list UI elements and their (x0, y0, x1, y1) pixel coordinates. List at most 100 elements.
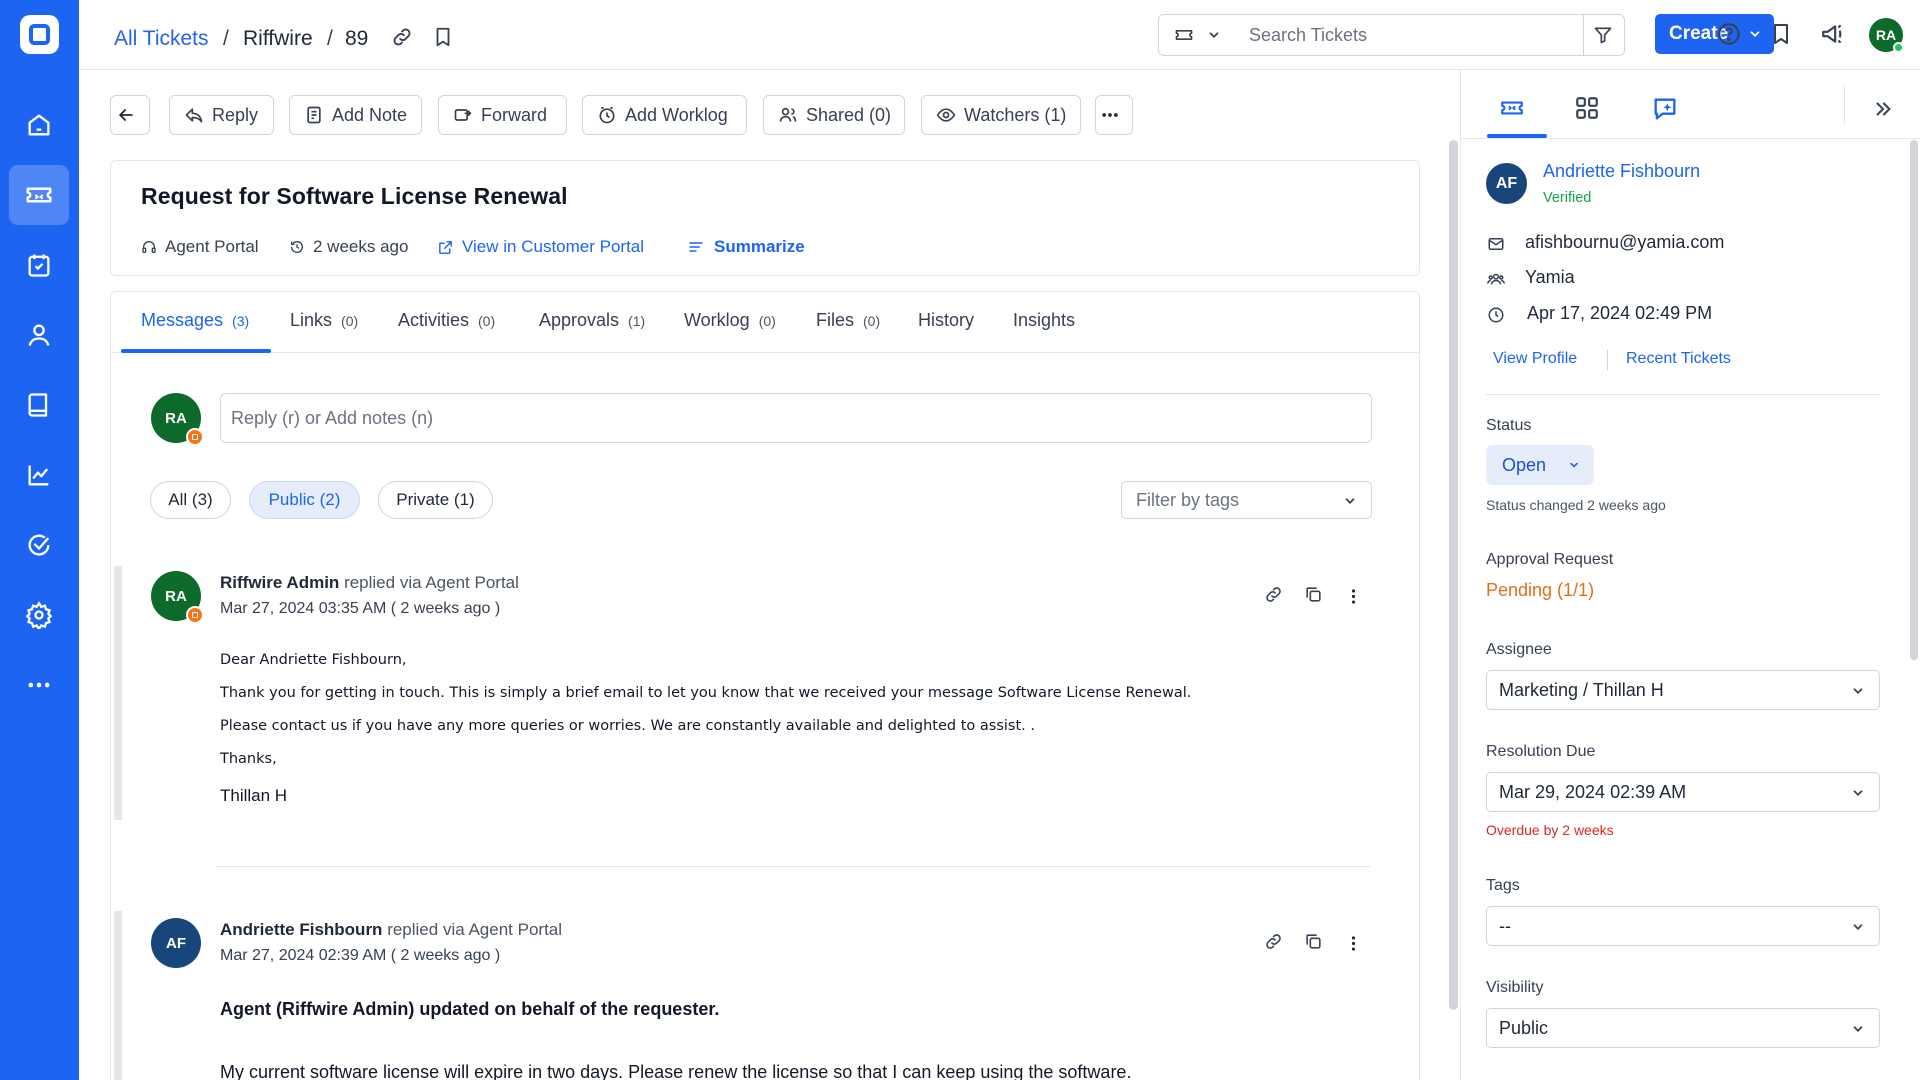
collapse-panel-icon[interactable] (1872, 98, 1894, 120)
visibility-value: Public (1499, 1017, 1549, 1038)
ticket-details-tab-icon[interactable] (1498, 95, 1526, 121)
resolution-due-dropdown[interactable]: Mar 29, 2024 02:39 AM (1486, 772, 1880, 812)
tab-label: Activities (398, 310, 470, 330)
filter-by-tags-dropdown[interactable]: Filter by tags (1121, 481, 1372, 519)
assignee-dropdown[interactable]: Marketing / Thillan H (1486, 670, 1880, 710)
add-note-button[interactable]: Add Note (289, 95, 422, 135)
chevron-down-icon (1851, 684, 1865, 698)
visibility-label: Visibility (1486, 979, 1544, 996)
approval-status[interactable]: Pending (1/1) (1486, 580, 1594, 601)
reply-composer-input[interactable] (220, 393, 1372, 443)
create-button[interactable]: Create (1655, 14, 1774, 54)
shared-button[interactable]: Shared (0) (763, 95, 905, 135)
message-line: Dear Andriette Fishbourn, (220, 652, 407, 668)
tags-value: -- (1499, 915, 1511, 936)
bookmark-icon[interactable] (432, 25, 454, 49)
status-dropdown[interactable]: Open (1486, 445, 1594, 485)
filter-private[interactable]: Private (1) (378, 481, 493, 519)
copy-icon[interactable] (1304, 932, 1323, 951)
knowledge-base-icon[interactable] (9, 375, 69, 435)
composer-initials: RA (165, 409, 187, 427)
message-timestamp: Mar 27, 2024 03:35 AM ( 2 weeks ago ) (220, 600, 501, 617)
main-scrollbar[interactable] (1449, 140, 1458, 1010)
view-customer-portal-link[interactable]: View in Customer Portal (437, 237, 644, 257)
copy-link-icon[interactable] (1264, 932, 1283, 951)
ai-assist-icon[interactable] (1651, 95, 1679, 123)
tab-links[interactable]: Links (0) (290, 310, 358, 331)
copy-link-icon[interactable] (1264, 585, 1283, 604)
filter-icon[interactable] (1593, 24, 1613, 46)
online-status-dot (1893, 42, 1904, 53)
approvals-icon[interactable] (9, 515, 69, 575)
headset-icon (141, 239, 157, 255)
status-value: Open (1502, 454, 1547, 475)
more-vertical-icon[interactable] (1344, 934, 1363, 953)
breadcrumb-all-tickets[interactable]: All Tickets (114, 26, 209, 52)
tab-activities[interactable]: Activities (0) (398, 310, 495, 331)
tab-count: (0) (758, 313, 776, 329)
recent-tickets-link[interactable]: Recent Tickets (1626, 350, 1731, 368)
message-via: replied via Agent Portal (387, 920, 563, 939)
grid-icon[interactable] (1574, 95, 1600, 121)
filter-public[interactable]: Public (2) (249, 481, 360, 519)
view-profile-link[interactable]: View Profile (1493, 350, 1577, 368)
search-scope-dropdown[interactable] (1173, 25, 1221, 45)
resolution-due-value: Mar 29, 2024 02:39 AM (1499, 781, 1687, 802)
announcements-icon[interactable] (1820, 21, 1846, 47)
tab-insights[interactable]: Insights (1013, 310, 1075, 331)
ticket-source: Agent Portal (141, 237, 259, 257)
more-horizontal-icon (1100, 105, 1128, 125)
tab-messages[interactable]: Messages (3) (141, 310, 249, 331)
help-icon[interactable] (1716, 21, 1742, 47)
watchers-button[interactable]: Watchers (1) (921, 95, 1081, 135)
tab-count: (1) (628, 313, 646, 329)
breadcrumb-ticket-id: 89 (345, 27, 369, 50)
tickets-icon[interactable] (9, 165, 69, 225)
contacts-icon[interactable] (9, 305, 69, 365)
message-divider (216, 866, 1370, 867)
back-button[interactable] (110, 95, 150, 135)
settings-icon[interactable] (9, 585, 69, 645)
reports-icon[interactable] (9, 445, 69, 505)
message-author-name: Andriette Fishbourn (220, 920, 383, 939)
more-actions-button[interactable] (1095, 95, 1133, 135)
overdue-note: Overdue by 2 weeks (1486, 822, 1614, 838)
filter-all[interactable]: All (3) (150, 481, 231, 519)
copy-icon[interactable] (1304, 585, 1323, 604)
tab-history[interactable]: History (918, 310, 974, 331)
composer-avatar: RA (151, 393, 204, 446)
add-worklog-button-label: Add Worklog (625, 104, 728, 125)
requester-name-link[interactable]: Andriette Fishbourn (1543, 161, 1700, 182)
copy-link-icon[interactable] (391, 26, 413, 48)
agent-badge-icon (186, 606, 204, 624)
user-avatar[interactable]: RA (1869, 18, 1904, 53)
tab-files[interactable]: Files (0) (816, 310, 880, 331)
chevron-down-icon (1568, 459, 1580, 471)
search-input[interactable] (1249, 21, 1559, 49)
visibility-dropdown[interactable]: Public (1486, 1008, 1880, 1048)
forward-button[interactable]: Forward (438, 95, 567, 135)
more-vertical-icon[interactable] (1344, 587, 1363, 606)
ticket-search (1158, 14, 1625, 56)
add-worklog-button[interactable]: Add Worklog (582, 95, 747, 135)
more-icon[interactable] (9, 655, 69, 715)
reply-icon (184, 105, 212, 125)
tasks-icon[interactable] (9, 235, 69, 295)
tab-label: History (918, 310, 975, 330)
tags-dropdown[interactable]: -- (1486, 906, 1880, 946)
panel-scrollbar[interactable] (1910, 140, 1918, 660)
home-icon[interactable] (9, 95, 69, 155)
tab-worklog[interactable]: Worklog (0) (684, 310, 776, 331)
app-logo[interactable] (20, 15, 59, 54)
message-author: Andriette Fishbourn replied via Agent Po… (220, 920, 562, 940)
bookmarks-icon[interactable] (1769, 21, 1793, 47)
summarize-button[interactable]: Summarize (688, 237, 805, 257)
reply-button[interactable]: Reply (169, 95, 274, 135)
message-author: Riffwire Admin replied via Agent Portal (220, 573, 519, 593)
company-icon (1487, 270, 1505, 288)
customer-portal-link-label: View in Customer Portal (462, 237, 645, 256)
tab-approvals[interactable]: Approvals (1) (539, 310, 645, 331)
requester-avatar: AF (1486, 163, 1527, 204)
summarize-label: Summarize (714, 237, 805, 256)
top-header: All Tickets / Riffwire / 89 Create (79, 0, 1920, 70)
